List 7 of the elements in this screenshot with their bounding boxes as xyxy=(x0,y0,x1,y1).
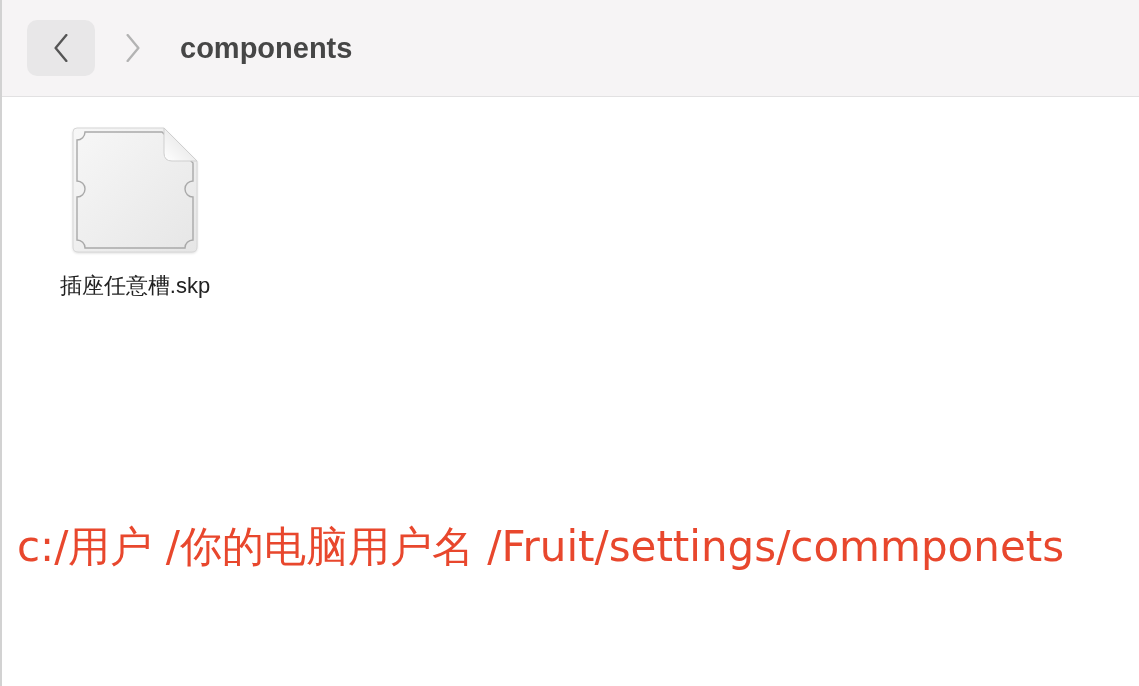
path-annotation: c:/用户 /你的电脑用户名 /Fruit/settings/commponets xyxy=(17,521,1066,573)
file-name[interactable]: 插座任意槽.skp xyxy=(59,273,211,299)
document-icon[interactable] xyxy=(72,127,198,253)
folder-title: components xyxy=(180,31,353,65)
back-button[interactable] xyxy=(27,20,95,76)
chevron-left-icon xyxy=(53,34,69,62)
chevron-right-icon xyxy=(125,34,141,62)
